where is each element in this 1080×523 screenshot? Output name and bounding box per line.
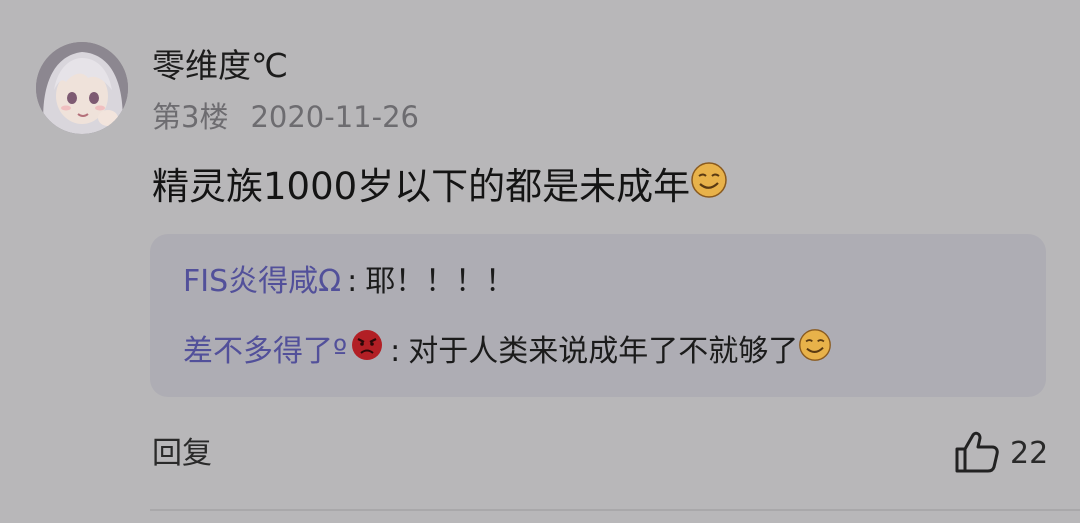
reply-text: 耶！！！！ <box>365 264 516 299</box>
avatar[interactable] <box>36 42 128 134</box>
reply-item[interactable]: FIS炎得咸Ω : 耶！！！！ <box>183 260 515 304</box>
like-count: 22 <box>1010 436 1049 471</box>
comment-date: 2020-11-26 <box>250 100 419 134</box>
thumbs-up-icon[interactable] <box>954 430 1000 474</box>
comment-content: 精灵族1000岁以下的都是未成年 <box>152 160 728 214</box>
smirk-face-emoji <box>690 160 728 214</box>
reply-author[interactable]: 差不多得了º <box>183 330 347 374</box>
comment-text: 精灵族1000岁以下的都是未成年 <box>152 165 691 208</box>
reply-separator: : <box>347 264 358 299</box>
comment-card: 零维度℃ 第3楼 2020-11-26 精灵族1000岁以下的都是未成年 FIS炎… <box>0 0 1080 523</box>
angry-face-emoji <box>350 328 384 375</box>
avatar-image <box>36 42 128 134</box>
reply-author[interactable]: FIS炎得咸Ω <box>183 260 341 304</box>
comment-meta: 第3楼 2020-11-26 <box>152 96 419 138</box>
reply-item[interactable]: 差不多得了º : 对于人类来说成年了不就够了 <box>183 328 832 375</box>
reply-button[interactable]: 回复 <box>152 432 212 476</box>
username[interactable]: 零维度℃ <box>152 43 288 89</box>
reply-text: 对于人类来说成年了不就够了 <box>408 333 799 369</box>
floor-number: 第3楼 <box>152 100 229 134</box>
smirk-face-emoji <box>798 328 832 375</box>
reply-separator: : <box>390 333 401 369</box>
divider <box>150 509 1080 511</box>
replies-box[interactable]: FIS炎得咸Ω : 耶！！！！ 差不多得了º : 对于人类来说成年了不就够了 <box>150 234 1046 397</box>
